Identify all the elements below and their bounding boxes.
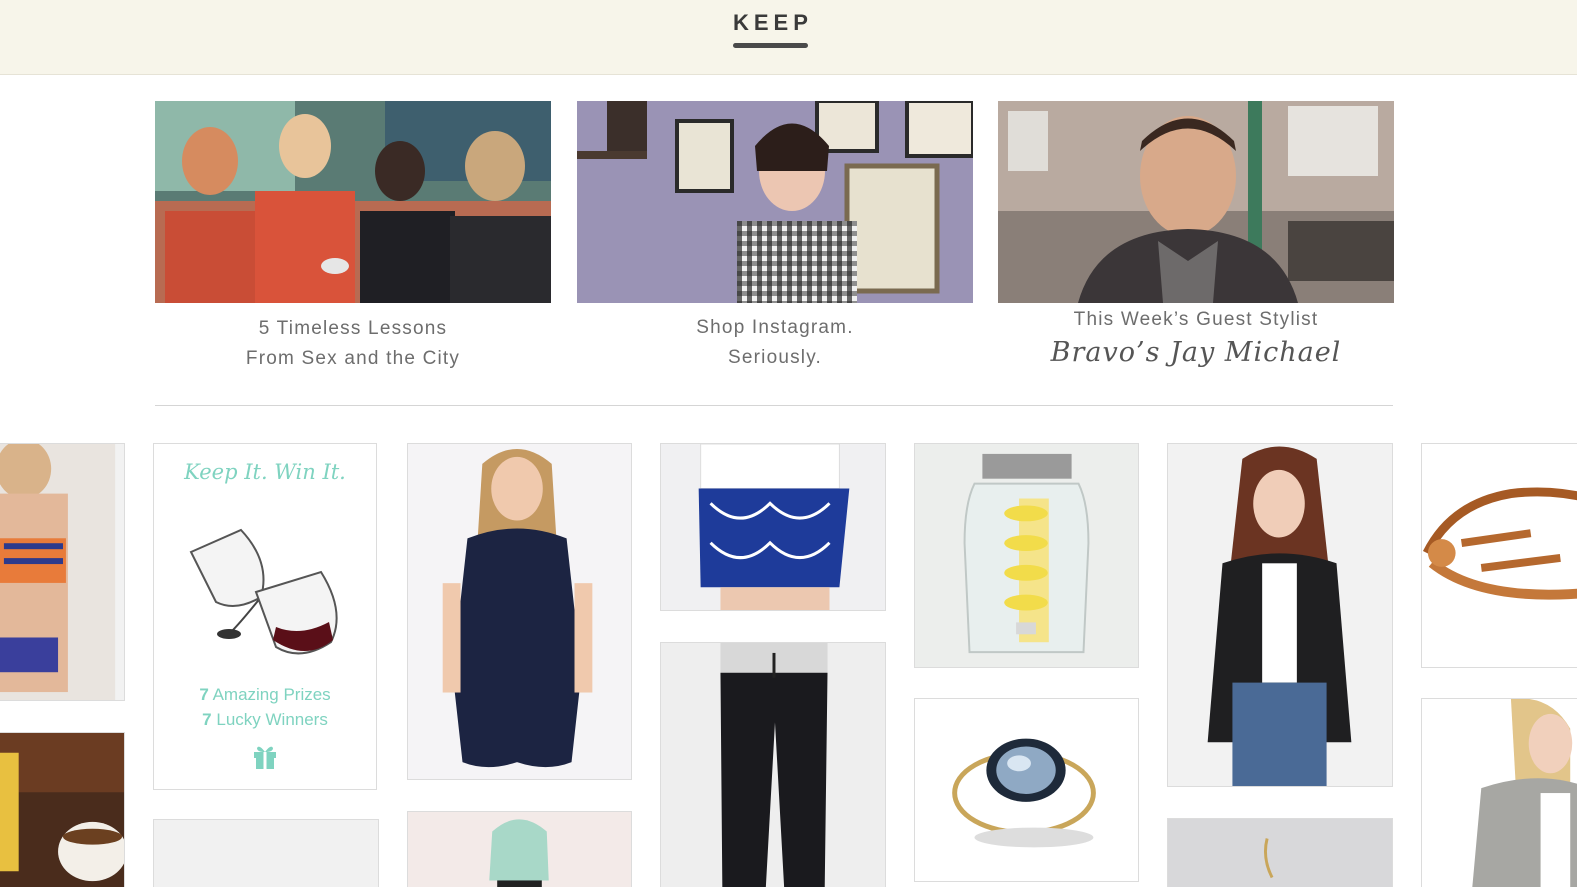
product-card-placeholder[interactable] (153, 819, 379, 887)
promo-title: Keep It. Win It. (184, 460, 346, 484)
feature-caption-line1: 5 Timeless Lessons (258, 318, 448, 339)
feature-caption-line1: This Week’s Guest Stylist (1073, 309, 1319, 330)
logo-underline (733, 43, 808, 48)
feature-image-shop-instagram[interactable] (577, 101, 973, 303)
promo-winners-label: Lucky Winners (216, 710, 328, 729)
feature-caption-line1: Shop Instagram. (696, 317, 854, 338)
wine-glasses-image (189, 528, 338, 655)
product-card-sandal[interactable] (1421, 443, 1577, 668)
logo[interactable]: KEEP (733, 10, 809, 36)
product-card-drink-dispenser[interactable] (914, 443, 1139, 668)
product-card-leather-jacket[interactable] (1167, 443, 1393, 787)
product-card-green-hair[interactable] (407, 811, 632, 887)
product-card-navy-dress[interactable] (407, 443, 632, 780)
promo-prizes-label: Amazing Prizes (212, 685, 331, 704)
feature-image-sex-and-the-city[interactable] (155, 101, 551, 303)
product-card-leggings[interactable] (660, 642, 886, 887)
product-card-kitchen[interactable] (0, 732, 125, 887)
promo-prizes-count: 7 (199, 685, 209, 704)
product-card-shorts[interactable] (660, 443, 886, 611)
gift-icon (254, 746, 276, 769)
promo-card-keep-it-win-it[interactable]: Keep It. Win It. 7 Amazing Prizes 7 Luck… (153, 443, 377, 790)
promo-winners-count: 7 (202, 710, 212, 729)
feature-caption-line2: Seriously. (727, 347, 822, 368)
feature-caption-script-name: Bravo’s Jay Michael (1050, 337, 1342, 368)
section-divider (155, 405, 1393, 406)
feature-caption-sex-and-the-city[interactable]: 5 Timeless Lessons From Sex and the City (155, 314, 551, 374)
product-card-jacket[interactable] (1421, 698, 1577, 887)
product-card-necklace[interactable] (1167, 818, 1393, 887)
feature-image-guest-stylist[interactable] (998, 101, 1394, 303)
product-card-bikini[interactable] (0, 443, 125, 701)
product-card-ring[interactable] (914, 698, 1139, 882)
header: KEEP (0, 0, 1577, 75)
feature-caption-shop-instagram[interactable]: Shop Instagram. Seriously. (577, 313, 973, 373)
feature-caption-guest-stylist[interactable]: This Week’s Guest Stylist Bravo’s Jay Mi… (998, 305, 1394, 371)
feature-caption-line2: From Sex and the City (245, 348, 461, 369)
promo-details: 7 Amazing Prizes 7 Lucky Winners (154, 682, 376, 732)
